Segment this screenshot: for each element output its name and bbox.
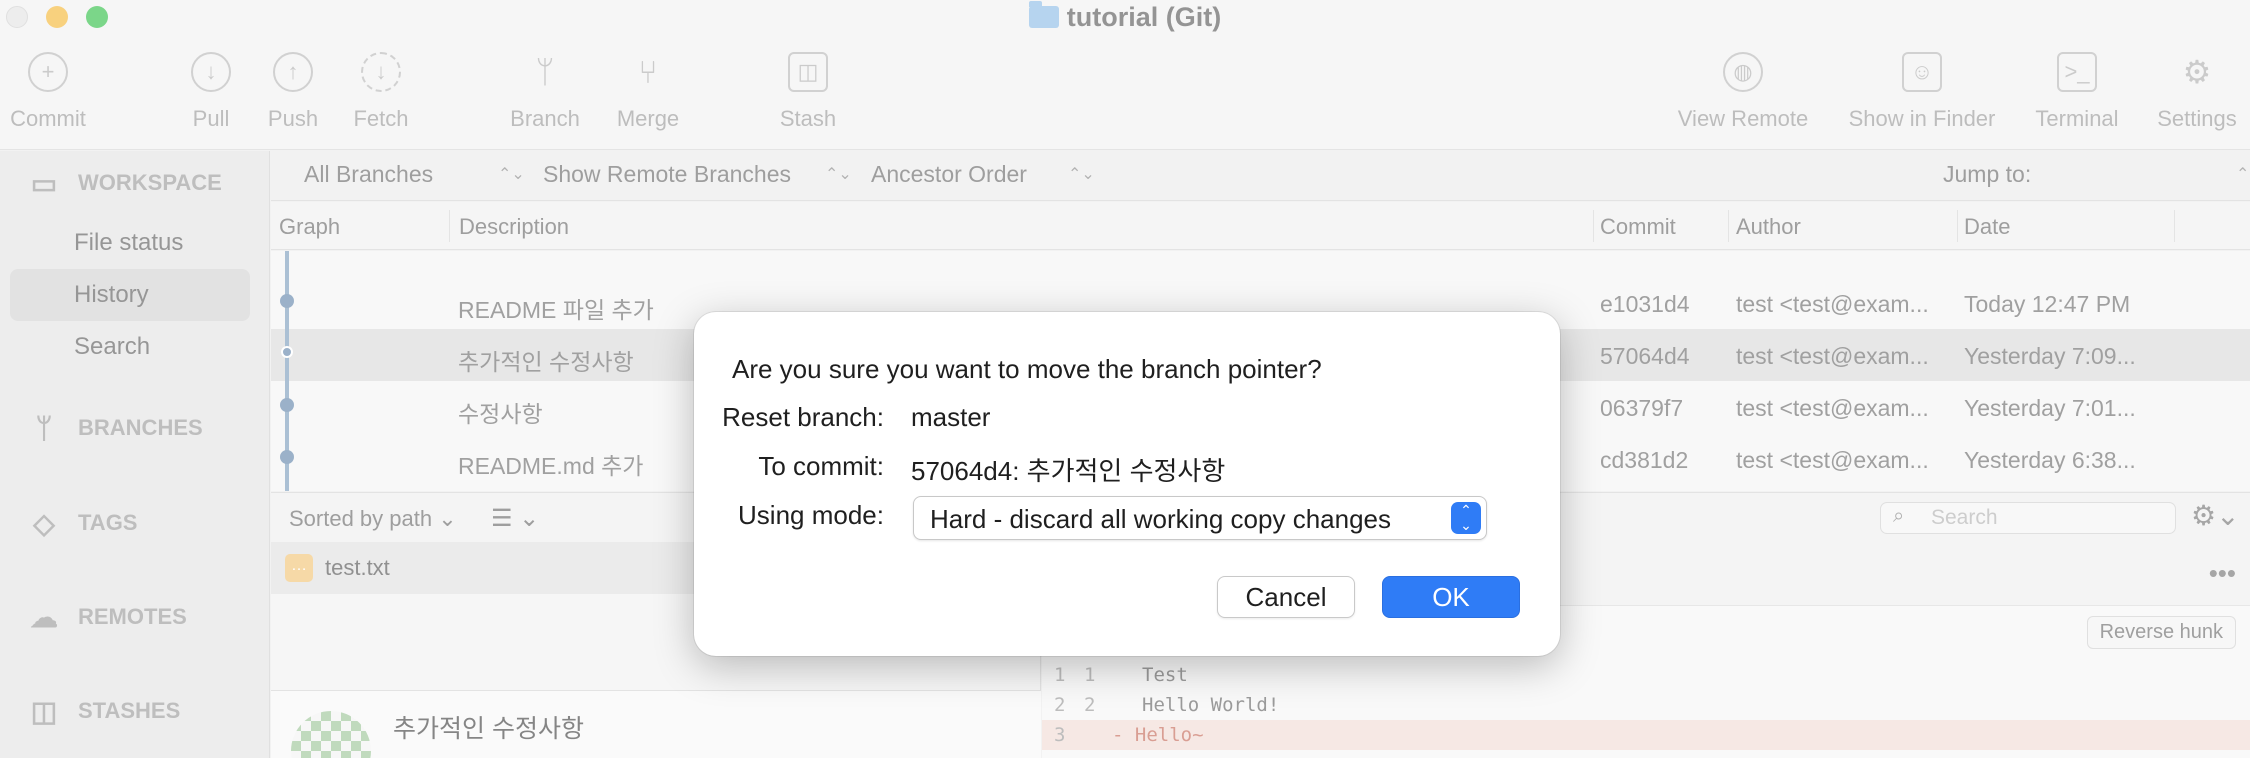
mode-select[interactable]: Hard - discard all working copy changes … (913, 496, 1487, 540)
reset-branch-dialog: Are you sure you want to move the branch… (694, 312, 1560, 656)
updown-icon: ⌃⌄ (1451, 502, 1481, 534)
ok-button[interactable]: OK (1382, 576, 1520, 618)
dialog-question: Are you sure you want to move the branch… (732, 354, 1322, 384)
cancel-button[interactable]: Cancel (1217, 576, 1355, 618)
